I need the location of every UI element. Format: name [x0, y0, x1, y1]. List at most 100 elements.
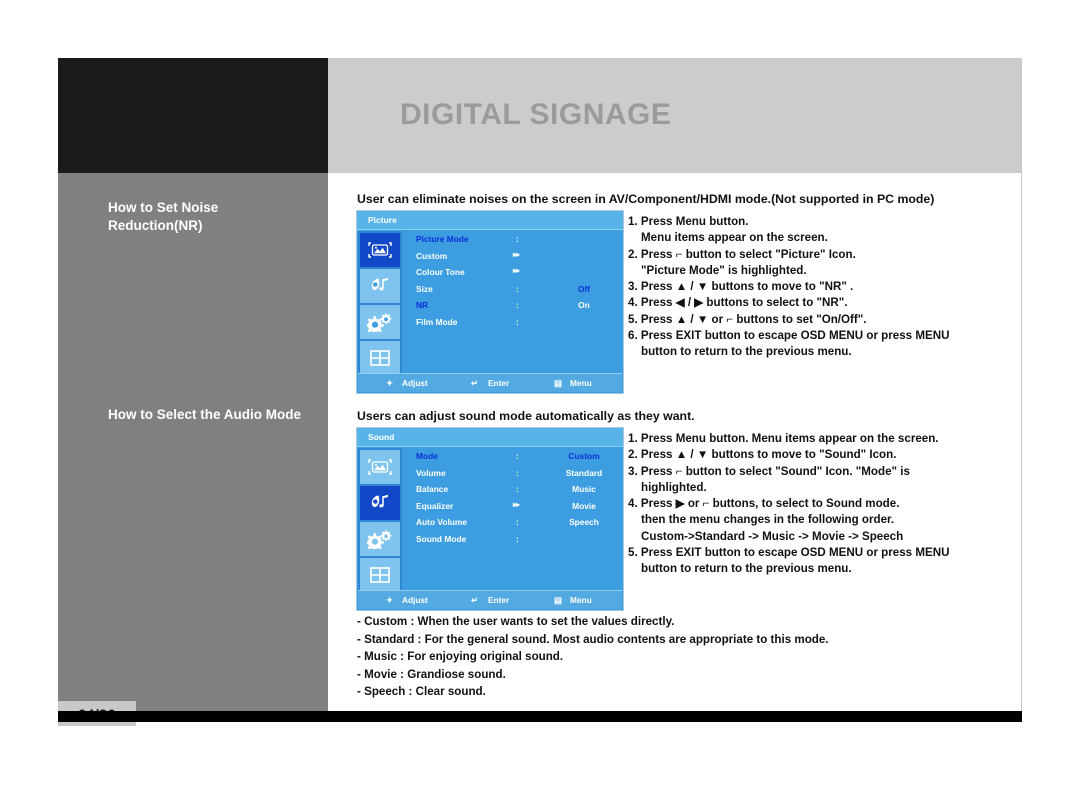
- list-item: - Custom : When the user wants to set th…: [357, 615, 675, 628]
- pip-icon[interactable]: [360, 558, 400, 592]
- list-item: - Movie : Grandiose sound.: [357, 667, 506, 681]
- osd-row-sep: :: [516, 451, 519, 461]
- sidebar-item-audio-mode[interactable]: How to Select the Audio Mode: [108, 406, 313, 424]
- list-item: - Music : For enjoying original sound.: [357, 650, 564, 663]
- chevron-right-icon: ▸▸: [513, 266, 520, 275]
- osd-row-sep: :: [516, 300, 519, 310]
- step-line: 6. Press EXIT button to escape OSD MENU …: [628, 329, 950, 343]
- osd-row-sep: :: [516, 467, 519, 478]
- section-1-intro: User can eliminate noises on the screen …: [357, 192, 935, 206]
- osd-row[interactable]: Balance : Music: [403, 481, 622, 498]
- osd-row-sep: :: [516, 533, 519, 544]
- osd-title: Picture: [368, 215, 397, 225]
- osd-enter-label: Enter: [488, 595, 510, 605]
- osd-adjust-label: Adjust: [402, 378, 428, 388]
- step-line: 1. Press Menu button. Menu items appear …: [628, 432, 939, 445]
- osd-row[interactable]: Picture Mode :: [403, 231, 622, 248]
- osd-row-sep: :: [516, 316, 519, 327]
- step-line: 3. Press ▲ / ▼ buttons to move to "NR" .: [628, 280, 854, 294]
- osd-icon-column: [358, 231, 402, 375]
- sound-icon[interactable]: [360, 486, 400, 520]
- step-line: Custom->Standard -> Music -> Movie -> Sp…: [641, 529, 904, 543]
- osd-row[interactable]: Auto Volume : Speech: [403, 514, 622, 531]
- osd-row-label: Volume: [416, 467, 446, 478]
- osd-bottom-bar: ✦ Adjust ↵ Enter ▤ Menu: [358, 373, 622, 392]
- step-line: 2. Press ⌐ button to select "Picture" Ic…: [628, 247, 856, 261]
- setup-icon[interactable]: [360, 305, 400, 339]
- osd-row-label: Custom: [416, 250, 448, 261]
- osd-picture-menu[interactable]: Picture Picture Mode: Custom ▸▸ Colour …: [356, 210, 624, 394]
- step-line: button to return to the previous menu.: [641, 345, 852, 359]
- step-line: 5. Press EXIT button to escape OSD MENU …: [628, 546, 950, 560]
- osd-row[interactable]: Equalizer ▸▸ Movie: [403, 498, 622, 515]
- setup-icon[interactable]: [360, 522, 400, 556]
- step-line: "Picture Mode" is highlighted.: [641, 263, 807, 277]
- menu-icon: ▤: [554, 378, 562, 388]
- osd-row[interactable]: Volume : Standard: [403, 465, 622, 482]
- osd-row-selected[interactable]: NR : On: [403, 297, 622, 314]
- osd-row-label: Picture Mode: [416, 234, 469, 244]
- header-dark-block: [58, 58, 328, 173]
- osd-row-selected[interactable]: Mode : Custom: [403, 448, 622, 465]
- step-line: then the menu changes in the following o…: [641, 513, 895, 527]
- osd-icon-column: [358, 448, 402, 592]
- step-line: 4. Press ▶ or ⌐ buttons, to select to So…: [628, 497, 900, 511]
- osd-row[interactable]: Size : Off: [403, 281, 622, 298]
- step-line: 1. Press Menu button.: [628, 215, 749, 228]
- osd-row-label: Size: [416, 283, 433, 294]
- osd-row[interactable]: Colour Tone ▸▸: [403, 264, 622, 281]
- list-item: - Speech : Clear sound.: [357, 685, 486, 698]
- sidebar-item-noise-reduction[interactable]: How to Set Noise Reduction(NR): [108, 199, 313, 235]
- list-item: - Standard : For the general sound. Most…: [357, 632, 829, 646]
- osd-row-label: Colour Tone: [416, 267, 465, 277]
- osd-row[interactable]: Custom ▸▸: [403, 248, 622, 265]
- osd-row-value: Custom: [568, 451, 600, 461]
- osd-row-label: Mode: [416, 451, 438, 461]
- osd-bottom-bar: ✦ Adjust ↵ Enter ▤ Menu: [358, 590, 622, 609]
- chevron-right-icon: ▸▸: [513, 249, 520, 259]
- osd-row-list: Picture Mode : Custom ▸▸ Colour Tone ▸▸ …: [403, 231, 622, 374]
- osd-menu-label: Menu: [570, 378, 592, 388]
- footer-bar: [58, 711, 1022, 722]
- osd-row-label: Equalizer: [416, 500, 454, 511]
- osd-row-value: Movie: [572, 500, 596, 511]
- osd-row-label: Sound Mode: [416, 533, 467, 544]
- osd-row-label: Balance: [416, 484, 449, 494]
- section-2-steps: 1. Press Menu button. Menu items appear …: [628, 431, 949, 578]
- section-1-steps: 1. Press Menu button. Menu items appear …: [628, 214, 949, 361]
- osd-row[interactable]: Film Mode :: [403, 314, 622, 331]
- osd-menu-label: Menu: [570, 595, 592, 605]
- osd-row-sep: :: [516, 234, 519, 244]
- osd-row-value: Speech: [569, 517, 599, 527]
- picture-icon[interactable]: [360, 450, 400, 484]
- osd-row-sep: :: [516, 517, 519, 527]
- section-2-intro: Users can adjust sound mode automaticall…: [357, 409, 695, 423]
- osd-row-label: Film Mode: [416, 316, 458, 327]
- menu-icon: ▤: [554, 595, 562, 605]
- adjust-icon: ✦: [386, 595, 393, 605]
- osd-row-sep: :: [516, 484, 519, 494]
- osd-sound-menu[interactable]: Sound Mode: Custom Volume: Standard Ba…: [356, 427, 624, 611]
- sound-icon[interactable]: [360, 269, 400, 303]
- osd-titlebar: [357, 428, 623, 447]
- chevron-right-icon: ▸▸: [513, 499, 520, 509]
- step-line: 2. Press ▲ / ▼ buttons to move to "Sound…: [628, 448, 897, 462]
- page-title: DIGITAL SIGNAGE: [400, 98, 672, 131]
- picture-icon[interactable]: [360, 233, 400, 267]
- step-line: highlighted.: [641, 480, 707, 494]
- osd-row-value: Music: [572, 484, 596, 494]
- osd-row-sep: :: [516, 283, 519, 294]
- adjust-icon: ✦: [386, 378, 393, 388]
- step-line: 5. Press ▲ / ▼ or ⌐ buttons to set "On/O…: [628, 312, 867, 326]
- mode-description-list: - Custom : When the user wants to set th…: [357, 613, 829, 701]
- sidebar: How to Set Noise Reduction(NR) How to Se…: [58, 173, 328, 726]
- step-line: Menu items appear on the screen.: [641, 231, 828, 245]
- enter-icon: ↵: [471, 378, 478, 388]
- step-line: button to return to the previous menu.: [641, 562, 852, 576]
- osd-row-value: Off: [577, 283, 591, 294]
- osd-title: Sound: [368, 432, 395, 442]
- page-root: DIGITAL SIGNAGE How to Set Noise Reducti…: [0, 0, 1080, 796]
- osd-row[interactable]: Sound Mode :: [403, 531, 622, 548]
- pip-icon[interactable]: [360, 341, 400, 375]
- osd-row-value: Standard: [565, 467, 603, 478]
